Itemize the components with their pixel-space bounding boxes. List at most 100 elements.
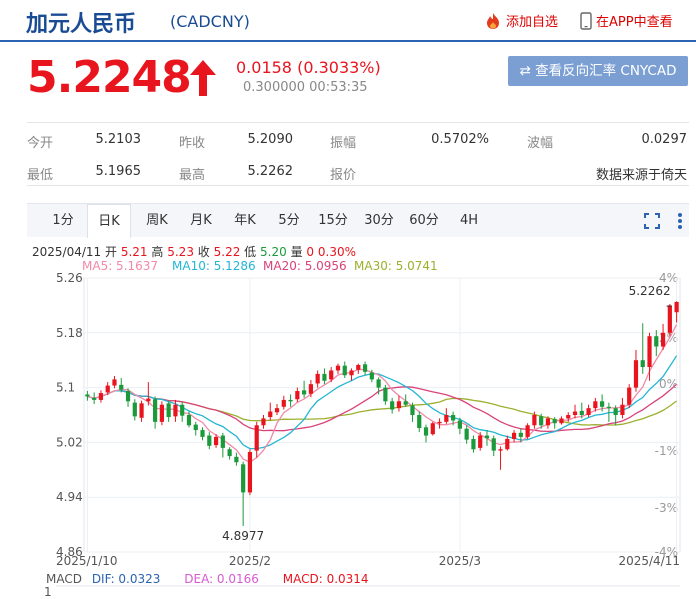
candle-body: [620, 404, 625, 415]
ma5-line: [87, 324, 678, 463]
tab-5min[interactable]: 5分: [271, 204, 307, 237]
flame-icon: [487, 12, 499, 29]
tab-4h[interactable]: 4H: [449, 204, 489, 237]
arrow-up-icon: [190, 60, 216, 96]
candle-body: [376, 379, 381, 388]
tab-yearly-k[interactable]: 年K: [223, 204, 267, 237]
candle-body: [606, 406, 611, 409]
candle-body: [329, 370, 334, 380]
amplitude-value: 0.5702%: [431, 132, 489, 147]
candle-body: [430, 423, 435, 435]
candle-body: [674, 301, 679, 313]
kline-vol: 0: [306, 245, 315, 259]
macd-dif: DIF: 0.0323: [91, 572, 161, 586]
add-watchlist-button[interactable]: 添加自选: [484, 11, 558, 30]
candle-body: [274, 408, 280, 413]
candle-body: [241, 464, 246, 493]
open-in-app-button[interactable]: 在APP中查看: [580, 11, 673, 30]
candle-body: [600, 401, 605, 407]
pct-tick-label: -3%: [655, 501, 678, 515]
kline-low: 5.20: [260, 245, 287, 259]
candle-body: [491, 438, 496, 451]
candle-body: [559, 418, 564, 424]
x-tick-label: 2025/2: [229, 554, 271, 568]
amplitude-label: 振幅: [330, 136, 357, 151]
tab-monthly-k[interactable]: 月K: [179, 204, 223, 237]
more-options-icon[interactable]: [677, 212, 683, 230]
kline-close-label: 收: [197, 245, 210, 259]
candle-body: [471, 438, 476, 450]
candle-body: [234, 456, 239, 463]
candle-body: [85, 394, 90, 397]
candle-body: [403, 401, 408, 405]
kline-date: 2025/04/11: [32, 245, 102, 259]
candle-body: [335, 365, 341, 371]
max-price-label: 5.2262: [629, 284, 671, 298]
kline-open-label: 开: [105, 245, 118, 259]
tab-daily-k[interactable]: 日K: [87, 204, 131, 238]
candle-body: [518, 432, 523, 437]
candle-body: [180, 404, 185, 416]
prev-close-label: 昨收: [179, 136, 206, 151]
candlestick-chart[interactable]: 5.265.185.15.024.944.864%2%0%-1%-3%-4%20…: [0, 270, 696, 599]
tab-15min[interactable]: 15分: [311, 204, 355, 237]
candle-body: [322, 373, 327, 381]
candle-body: [410, 405, 415, 415]
candle-body: [315, 373, 320, 384]
tab-30min[interactable]: 30分: [357, 204, 401, 237]
candle-body: [362, 364, 368, 372]
candle-body: [369, 372, 374, 380]
open-in-app-label: 在APP中查看: [596, 15, 673, 30]
price-change: 0.0158 (0.3033%): [236, 58, 381, 77]
candle-body: [417, 415, 422, 429]
x-tick-label: 2025/4/11: [618, 554, 680, 568]
macd-dea: DEA: 0.0166: [184, 572, 259, 586]
macd-value: MACD: 0.0314: [282, 572, 369, 586]
candle-body: [525, 425, 530, 437]
tab-1min[interactable]: 1分: [43, 204, 83, 237]
candle-body: [532, 415, 537, 426]
candle-body: [593, 401, 598, 409]
open-label: 今开: [27, 136, 54, 151]
y-tick-label: 5.26: [56, 271, 83, 285]
high-value: 5.2262: [247, 164, 294, 179]
pct-tick-label: 4%: [659, 271, 678, 285]
candle-body: [423, 427, 429, 436]
kline-vol-label: 量: [290, 245, 303, 259]
x-tick-label: 2025/1/10: [56, 554, 118, 568]
add-watchlist-label: 添加自选: [506, 15, 559, 30]
candle-body: [627, 387, 632, 405]
candle-body: [207, 435, 212, 446]
currency-pair-name: 加元人民币: [26, 12, 137, 37]
candle-body: [153, 399, 158, 422]
tab-weekly-k[interactable]: 周K: [135, 204, 179, 237]
candle-body: [98, 393, 104, 400]
candle-body: [308, 384, 313, 394]
quote-header: 加元人民币 (CADCNY) 添加自选 在APP中查看: [0, 0, 696, 42]
candle-body: [356, 364, 361, 370]
candle-body: [586, 408, 591, 415]
candle-body: [139, 403, 144, 418]
pct-tick-label: 0%: [659, 377, 678, 391]
candle-body: [302, 390, 307, 395]
candle-body: [261, 418, 266, 426]
candle-body: [186, 415, 192, 426]
y-tick-label: 5.02: [56, 435, 83, 449]
fullscreen-icon[interactable]: [643, 212, 661, 230]
candle-body: [119, 384, 124, 390]
y-tick-label: 5.1: [56, 381, 75, 395]
candle-body: [342, 365, 347, 376]
candle-body: [444, 415, 449, 422]
candle-body: [633, 360, 639, 388]
candle-body: [457, 420, 462, 429]
quote-stats: 今开 5.2103 昨收 5.2090 振幅 0.5702% 波幅 0.0297…: [27, 122, 689, 186]
candle-body: [166, 403, 171, 418]
reverse-rate-button[interactable]: ⇄ 查看反向汇率 CNYCAD: [508, 56, 688, 86]
tab-60min[interactable]: 60分: [402, 204, 446, 237]
candle-body: [566, 415, 571, 419]
candle-body: [647, 336, 652, 368]
candle-body: [396, 401, 402, 409]
candle-body: [288, 399, 293, 402]
candle-body: [213, 436, 219, 446]
y-tick-label: 5.18: [56, 326, 83, 340]
